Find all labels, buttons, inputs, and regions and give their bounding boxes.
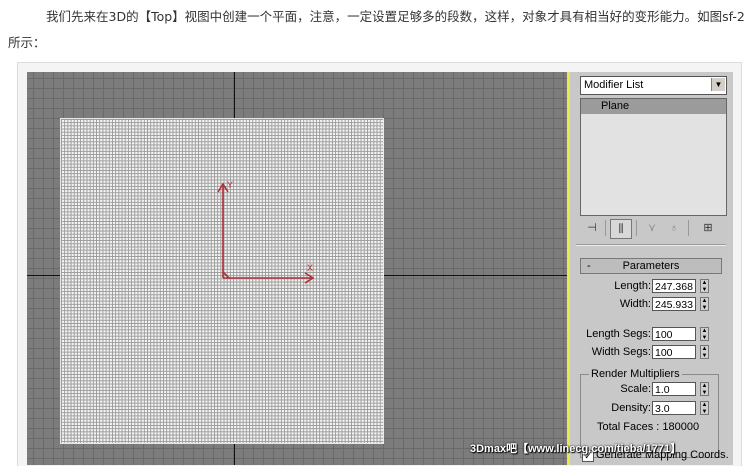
modifier-stack-list[interactable]: Plane bbox=[580, 98, 727, 216]
scale-label: Scale: bbox=[620, 383, 651, 395]
width-label: Width: bbox=[619, 298, 651, 310]
modify-command-panel: Modifier List ▼ Plane ⊣ ⫼ ⋎ ♁ ⊞ - Parame… bbox=[567, 72, 733, 465]
stack-toolbar: ⊣ ⫼ ⋎ ♁ ⊞ bbox=[580, 218, 728, 240]
toolbar-divider bbox=[605, 220, 606, 236]
length-label: Length: bbox=[614, 280, 651, 292]
density-spinner[interactable]: ▲ ▼ bbox=[700, 401, 709, 415]
parameters-rollout-header[interactable]: - Parameters bbox=[580, 258, 722, 274]
length-spinner[interactable]: ▲ ▼ bbox=[700, 279, 709, 293]
toolbar-divider bbox=[636, 220, 637, 236]
article-intro-text: 我们先来在3D的【Top】视图中创建一个平面，注意，一定设置足够多的段数，这样，… bbox=[8, 9, 745, 50]
width-spinner[interactable]: ▲ ▼ bbox=[700, 297, 709, 311]
length-segs-spinner[interactable]: ▲ ▼ bbox=[700, 327, 709, 341]
density-label: Density: bbox=[611, 402, 651, 414]
total-faces-readout: Total Faces : 180000 bbox=[597, 421, 700, 433]
length-input[interactable]: 247.368 bbox=[652, 279, 696, 293]
parameters-title: Parameters bbox=[622, 260, 680, 272]
top-viewport[interactable]: Y X bbox=[27, 72, 567, 465]
stack-item-plane[interactable]: Plane bbox=[581, 99, 726, 114]
scale-input[interactable]: 1.0 bbox=[652, 382, 696, 396]
watermark-text: 3Dmax吧【www.linecg.com/tieba/1771】 bbox=[470, 443, 682, 455]
scale-spinner[interactable]: ▲ ▼ bbox=[700, 382, 709, 396]
width-input[interactable]: 245.933 bbox=[652, 297, 696, 311]
width-segs-input[interactable]: 100 bbox=[652, 345, 696, 359]
panel-separator bbox=[576, 244, 726, 246]
width-segs-spinner[interactable]: ▲ ▼ bbox=[700, 345, 709, 359]
gizmo-y-label: Y bbox=[227, 180, 233, 190]
length-segs-label: Length Segs: bbox=[586, 328, 651, 340]
collapse-icon: - bbox=[587, 260, 591, 272]
show-end-result-icon[interactable]: ⫼ bbox=[610, 219, 632, 239]
length-segs-input[interactable]: 100 bbox=[652, 327, 696, 341]
pin-stack-icon[interactable]: ⊣ bbox=[582, 219, 602, 237]
configure-modifier-sets-icon[interactable]: ⊞ bbox=[698, 219, 718, 237]
chevron-down-icon[interactable]: ▼ bbox=[711, 78, 725, 91]
gizmo-origin-tick bbox=[222, 271, 230, 279]
modifier-list-value: Modifier List bbox=[584, 79, 644, 91]
toolbar-divider bbox=[688, 220, 689, 236]
gizmo-x-label: X bbox=[307, 263, 313, 273]
make-unique-icon[interactable]: ⋎ bbox=[642, 219, 662, 237]
render-multipliers-title: Render Multipliers bbox=[589, 368, 682, 380]
width-segs-label: Width Segs: bbox=[591, 346, 651, 358]
modifier-list-dropdown[interactable]: Modifier List ▼ bbox=[580, 76, 727, 95]
remove-modifier-icon[interactable]: ♁ bbox=[664, 219, 684, 237]
transform-gizmo[interactable]: Y X bbox=[213, 178, 323, 288]
density-input[interactable]: 3.0 bbox=[652, 401, 696, 415]
